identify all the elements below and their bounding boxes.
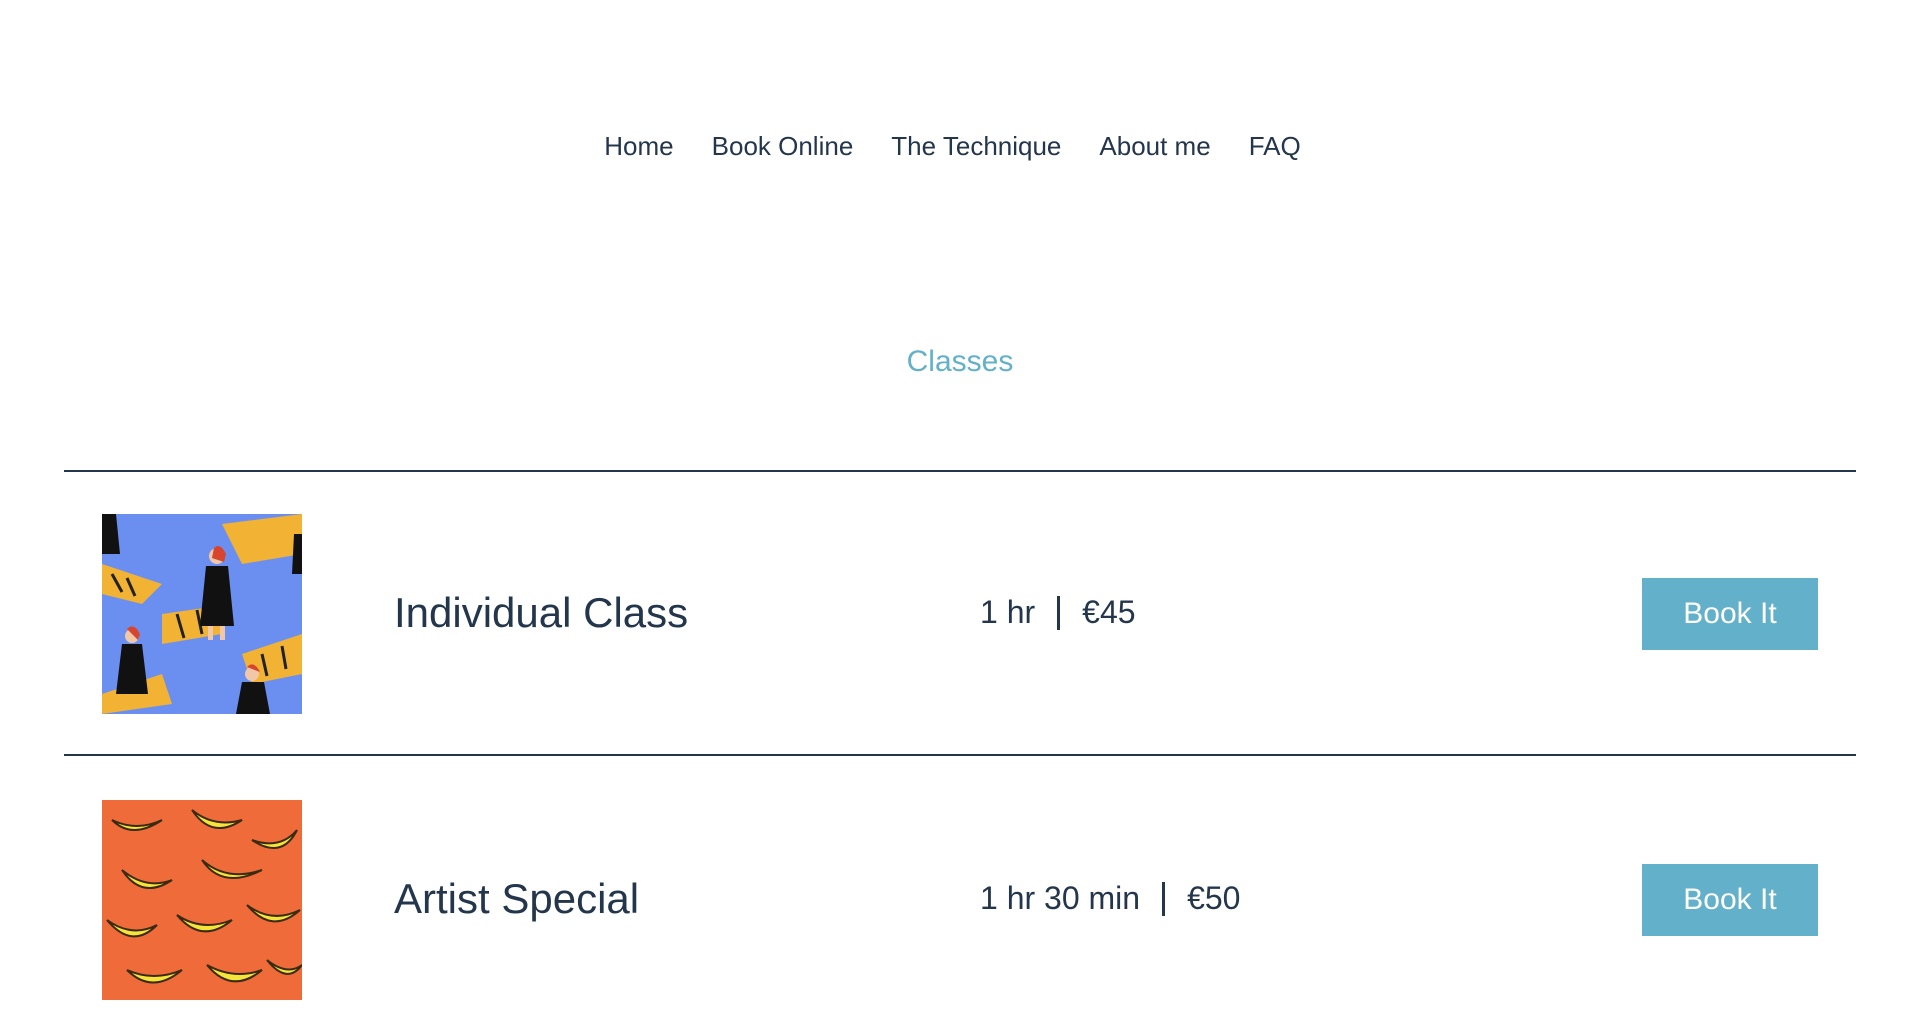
service-price: €50	[1187, 880, 1241, 916]
meta-separator	[1057, 595, 1061, 630]
nav-item-the-technique[interactable]: The Technique	[872, 128, 1080, 164]
service-row: Individual Class 1 hr €45 Book It	[0, 514, 1920, 714]
service-name[interactable]: Individual Class	[394, 589, 688, 637]
divider	[64, 470, 1856, 472]
nav-item-faq[interactable]: FAQ	[1230, 128, 1320, 164]
service-duration: 1 hr	[980, 594, 1036, 630]
divider	[64, 754, 1856, 756]
service-meta: 1 hr €45	[980, 594, 1136, 631]
book-it-button[interactable]: Book It	[1642, 864, 1818, 936]
service-name[interactable]: Artist Special	[394, 875, 639, 923]
service-row: Artist Special 1 hr 30 min €50 Book It	[0, 800, 1920, 1000]
page: Home Book Online The Technique About me …	[0, 0, 1920, 1011]
service-price: €45	[1082, 594, 1136, 630]
nav-item-book-online[interactable]: Book Online	[693, 128, 873, 164]
nav-item-home[interactable]: Home	[585, 128, 692, 164]
meta-separator	[1162, 881, 1166, 916]
service-meta: 1 hr 30 min €50	[980, 880, 1240, 917]
nav-item-about-me[interactable]: About me	[1080, 128, 1229, 164]
banana-pattern-image[interactable]	[102, 800, 302, 1000]
page-title: Classes	[906, 345, 1014, 378]
main-nav: Home Book Online The Technique About me …	[0, 128, 1920, 164]
woman-tiger-pattern-image[interactable]	[102, 514, 302, 714]
book-it-button[interactable]: Book It	[1642, 578, 1818, 650]
service-duration: 1 hr 30 min	[980, 880, 1141, 916]
